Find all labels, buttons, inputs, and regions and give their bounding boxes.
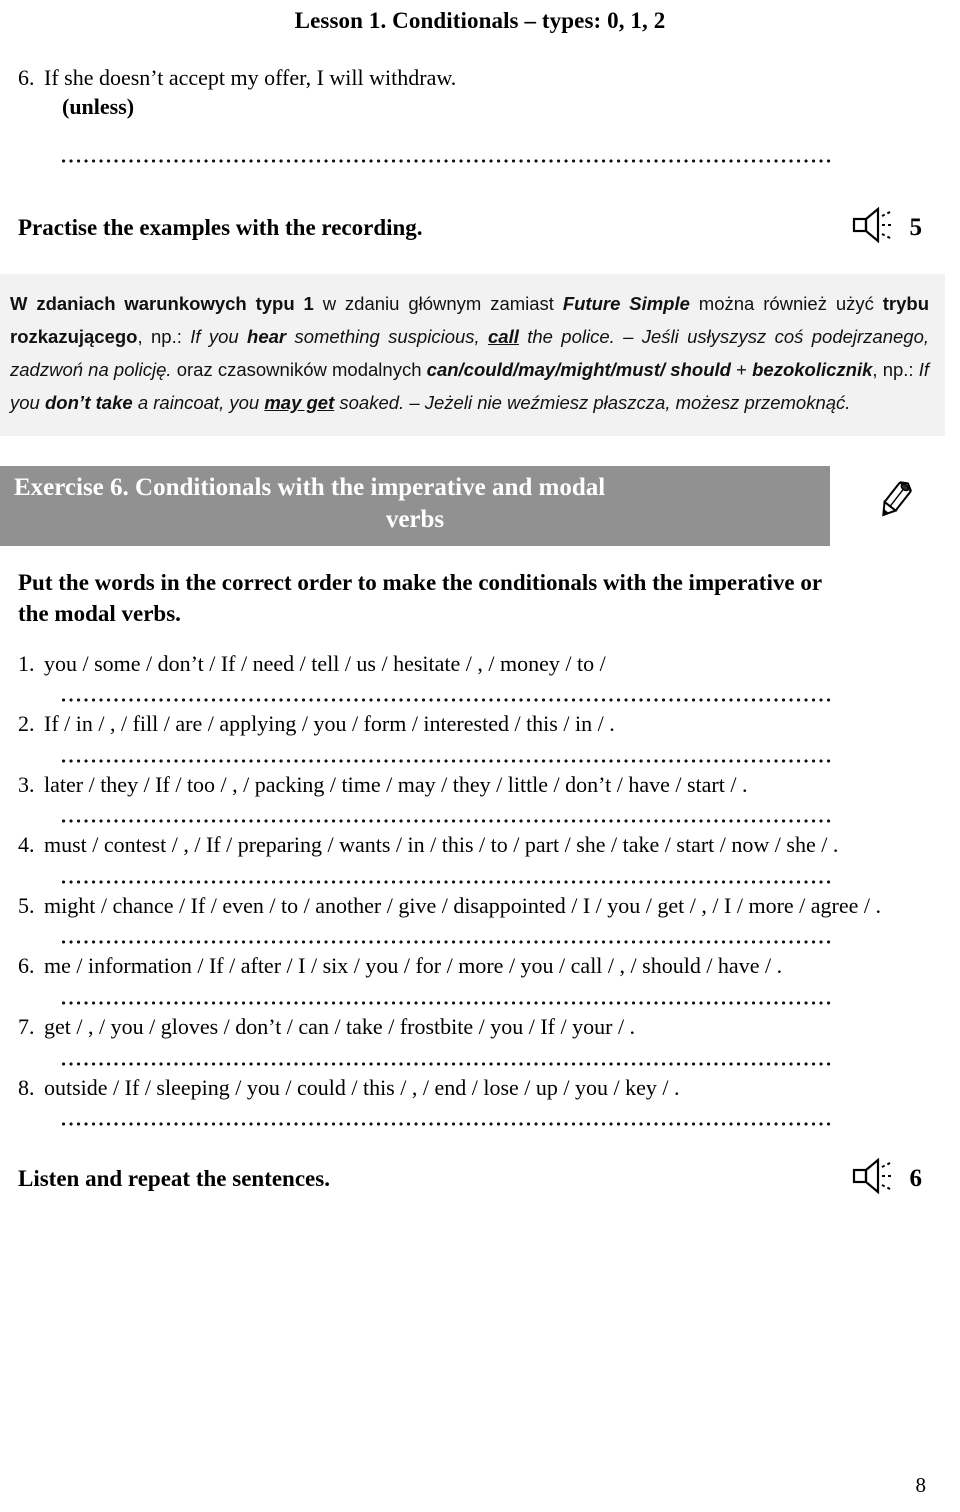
list-item: 3. later / they / If / too / , / packing…: [0, 771, 960, 800]
answer-line[interactable]: [62, 1114, 832, 1135]
carryover-item-6: 6. If she doesn’t accept my offer, I wil…: [0, 64, 960, 172]
item-number: 7.: [18, 1014, 35, 1040]
audio-track-marker: 6: [852, 1157, 923, 1199]
item-number: 6.: [18, 65, 35, 90]
item-text: me / information / If / after / I / six …: [44, 953, 783, 979]
exercise-header: Exercise 6. Conditionals with the impera…: [0, 465, 960, 546]
page-title: Lesson 1. Conditionals – types: 0, 1, 2: [294, 8, 666, 33]
grammar-note-text: W zdaniach warunkowych typu 1 w zdaniu g…: [10, 293, 930, 413]
item-text: must / contest / , / If / preparing / wa…: [44, 832, 839, 858]
item-text: If / in / , / fill / are / applying / yo…: [44, 711, 615, 737]
audio-number: 5: [909, 213, 923, 241]
item-text: get / , / you / gloves / don’t / can / t…: [44, 1014, 636, 1040]
answer-line[interactable]: [62, 151, 832, 172]
item-sentence: If she doesn’t accept my offer, I will w…: [44, 65, 457, 90]
list-item: 4. must / contest / , / If / preparing /…: [0, 831, 960, 860]
answer-line[interactable]: [62, 690, 832, 711]
item-number: 2.: [18, 711, 35, 737]
answer-line[interactable]: [62, 993, 832, 1014]
exercise-instruction: Put the words in the correct order to ma…: [18, 569, 822, 626]
speaker-icon: [852, 1157, 896, 1199]
item-text: you / some / don’t / If / need / tell / …: [44, 650, 606, 676]
answer-line[interactable]: [62, 871, 832, 892]
grammar-note: W zdaniach warunkowych typu 1 w zdaniu g…: [0, 274, 945, 436]
list-item: 8. outside / If / sleeping / you / could…: [0, 1074, 960, 1103]
list-item: 7. get / , / you / gloves / don’t / can …: [0, 1013, 960, 1042]
list-item: 6. If she doesn’t accept my offer, I wil…: [0, 64, 960, 93]
exercise-title-line-1: Exercise 6. Conditionals with the impera…: [14, 473, 606, 501]
listen-instruction-row: Listen and repeat the sentences. 6: [0, 1157, 960, 1199]
answer-line[interactable]: [62, 1053, 832, 1074]
list-item: 2. If / in / , / fill / are / applying /…: [0, 710, 960, 739]
exercise-items: 1. you / some / don’t / If / need / tell…: [0, 650, 960, 1135]
list-item: 5. might / chance / If / even / to / ano…: [0, 892, 960, 921]
pencil-icon-holder: [830, 466, 960, 527]
audio-number: 6: [909, 1164, 923, 1192]
exercise-title-line-2: verbs: [385, 505, 445, 533]
practise-instruction-row: Practise the examples with the recording…: [0, 206, 960, 248]
audio-track-marker: 5: [852, 206, 923, 248]
item-number: 5.: [18, 892, 35, 918]
item-number: 4.: [18, 832, 35, 858]
page-number: 8: [915, 1473, 927, 1497]
item-number: 3.: [18, 771, 35, 797]
answer-line[interactable]: [62, 750, 832, 771]
item-number: 1.: [18, 650, 35, 676]
page-header: Lesson 1. Conditionals – types: 0, 1, 2: [0, 0, 960, 34]
list-item: 6. me / information / If / after / I / s…: [0, 952, 960, 981]
listen-label: Listen and repeat the sentences.: [18, 1165, 330, 1191]
practise-label: Practise the examples with the recording…: [18, 214, 423, 240]
item-cue: (unless): [62, 93, 135, 119]
speaker-icon: [852, 206, 896, 248]
pencil-icon: [875, 478, 915, 527]
item-number: 8.: [18, 1074, 35, 1100]
item-text: later / they / If / too / , / packing / …: [44, 771, 748, 797]
answer-line[interactable]: [62, 932, 832, 953]
exercise-title-bar: Exercise 6. Conditionals with the impera…: [0, 465, 830, 546]
item-number: 6.: [18, 953, 35, 979]
list-item: 1. you / some / don’t / If / need / tell…: [0, 650, 960, 679]
answer-line[interactable]: [62, 811, 832, 832]
item-text: outside / If / sleeping / you / could / …: [44, 1074, 680, 1100]
item-text: might / chance / If / even / to / anothe…: [44, 892, 881, 918]
